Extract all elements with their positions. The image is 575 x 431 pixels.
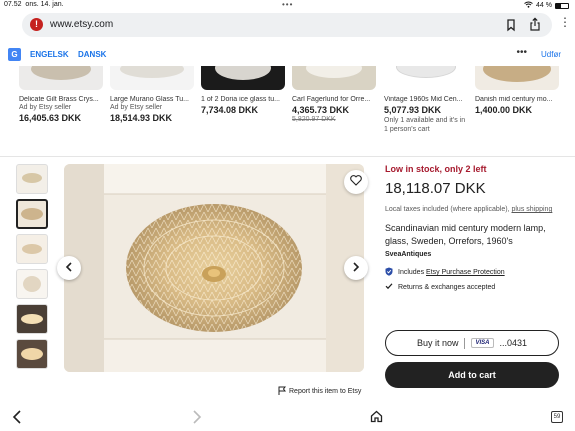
gallery-thumbnail[interactable] — [16, 339, 48, 369]
gallery-thumbnail[interactable] — [16, 269, 48, 299]
translate-more-icon[interactable]: ••• — [516, 47, 527, 58]
button-separator — [464, 337, 466, 349]
browser-menu-icon[interactable]: ⋮ — [559, 16, 571, 28]
product-image[interactable] — [64, 164, 364, 372]
ad-label: Ad by Etsy seller — [19, 104, 72, 111]
url-text[interactable]: www.etsy.com — [50, 19, 113, 30]
product-title: Scandinavian mid century modern lamp, gl… — [385, 223, 546, 246]
recommendation-title[interactable]: Delicate Gilt Brass Crys... — [19, 96, 105, 103]
recommendation-card[interactable]: Delicate Gilt Brass Crys... Ad by Etsy s… — [19, 66, 105, 156]
stock-status: Low in stock, only 2 left — [385, 164, 487, 174]
recommendation-price: 16,405.63 DKK — [19, 113, 82, 123]
forward-icon[interactable] — [192, 410, 202, 429]
tax-text: Local taxes included (where applicable), — [385, 206, 510, 213]
translate-bar: G ENGELSK DANSK ••• Udfør — [0, 44, 575, 66]
recommendation-image[interactable] — [475, 66, 559, 90]
gallery-thumbnail-selected[interactable] — [16, 199, 48, 229]
flag-icon — [278, 386, 286, 397]
recommendation-image[interactable] — [201, 66, 285, 90]
report-item-label[interactable]: Report this item to Etsy — [289, 388, 361, 395]
home-icon[interactable] — [370, 410, 383, 428]
purchase-protection: Includes Etsy Purchase Protection — [385, 267, 565, 278]
recommendation-card[interactable]: 1 of 2 Doria ice glass tu... 7,734.08 DK… — [201, 66, 287, 156]
warning-icon[interactable]: ! — [30, 18, 43, 31]
shop-name[interactable]: SveaAntiques — [385, 251, 565, 258]
recommendation-title[interactable]: Carl Fagerlund for Orre... — [292, 96, 378, 103]
google-translate-icon: G — [8, 48, 21, 61]
buy-it-now-label: Buy it now — [416, 338, 459, 348]
product-info: Low in stock, only 2 left 18,118.07 DKK … — [385, 164, 565, 292]
tax-note: Local taxes included (where applicable),… — [385, 205, 565, 215]
translate-done-button[interactable]: Udfør — [541, 50, 561, 59]
section-divider — [0, 156, 575, 157]
returns-text: Returns & exchanges accepted — [398, 283, 496, 291]
previous-image-button[interactable] — [57, 256, 81, 280]
translate-lang-danish[interactable]: DANSK — [78, 50, 106, 59]
multitask-dots[interactable]: ••• — [282, 0, 293, 9]
original-price: 5,820.97 DKK — [292, 116, 336, 123]
protection-prefix: Includes — [398, 269, 425, 276]
shipping-link[interactable]: plus shipping — [511, 206, 552, 213]
returns-feature: Returns & exchanges accepted — [385, 282, 565, 292]
heart-icon — [350, 173, 362, 191]
recommendation-price: 5,077.93 DKK — [384, 105, 442, 115]
gallery-thumbnail[interactable] — [16, 234, 48, 264]
browser-toolbar: 59 — [0, 404, 575, 431]
lamp-photo — [64, 164, 364, 372]
recommendation-card[interactable]: Large Murano Glass Tu... Ad by Etsy sell… — [110, 66, 196, 156]
share-icon[interactable] — [528, 17, 542, 32]
battery-percent: 44 % — [536, 2, 552, 9]
checkmark-icon — [385, 282, 393, 292]
recommendation-price: 18,514.93 DKK — [110, 113, 173, 123]
address-bar-area: ! www.etsy.com ⋮ — [0, 10, 575, 40]
report-item-link[interactable]: Report this item to Etsy — [278, 386, 361, 397]
back-icon[interactable] — [12, 410, 22, 429]
next-image-button[interactable] — [344, 256, 368, 280]
gallery-thumbnail[interactable] — [16, 164, 48, 194]
status-time: 07.52 ons. 14. jan. — [4, 1, 64, 8]
recommendation-title[interactable]: Large Murano Glass Tu... — [110, 96, 196, 103]
address-bar[interactable]: ! www.etsy.com — [22, 13, 552, 37]
status-bar: 07.52 ons. 14. jan. ••• 44 % — [0, 0, 575, 10]
recommendation-price: 4,365.73 DKK — [292, 105, 350, 115]
product-price: 18,118.07 DKK — [385, 180, 486, 197]
card-last-digits: ...0431 — [499, 338, 528, 348]
gallery-thumbnail[interactable] — [16, 304, 48, 334]
recommendation-image[interactable] — [292, 66, 376, 90]
buy-it-now-button[interactable]: Buy it now VISA ...0431 — [385, 330, 559, 356]
cart-note: Only 1 available and it's in 1 person's … — [384, 117, 466, 133]
recommendation-image[interactable] — [19, 66, 103, 90]
recommendation-title[interactable]: Vintage 1960s Mid Cen... — [384, 96, 470, 103]
recommendation-image[interactable] — [384, 66, 468, 90]
add-to-cart-button[interactable]: Add to cart — [385, 362, 559, 388]
bookmark-icon[interactable] — [504, 18, 518, 32]
gallery-thumbnails — [16, 164, 48, 374]
recommendation-title[interactable]: Danish mid century mo... — [475, 96, 561, 103]
recommendation-card[interactable]: Vintage 1960s Mid Cen... 5,077.93 DKK On… — [384, 66, 470, 156]
battery-icon — [555, 2, 569, 9]
chevron-left-icon — [65, 259, 73, 277]
recommendation-card[interactable]: Danish mid century mo... 1,400.00 DKK — [475, 66, 561, 156]
recommendation-price: 1,400.00 DKK — [475, 105, 533, 115]
recommendation-image[interactable] — [110, 66, 194, 90]
visa-card-icon: VISA — [471, 338, 494, 348]
shield-check-icon — [385, 267, 393, 278]
translate-lang-english[interactable]: ENGELSK — [30, 50, 69, 59]
wifi-icon — [524, 1, 533, 10]
recommendation-price: 7,734.08 DKK — [201, 105, 259, 115]
favorite-button[interactable] — [344, 170, 368, 194]
chevron-right-icon — [352, 259, 360, 277]
ad-label: Ad by Etsy seller — [110, 104, 163, 111]
recommendation-card[interactable]: Carl Fagerlund for Orre... 4,365.73 DKK … — [292, 66, 378, 156]
tab-switcher-button[interactable]: 59 — [551, 411, 563, 423]
purchase-protection-link[interactable]: Etsy Purchase Protection — [426, 269, 505, 276]
recommendation-title[interactable]: 1 of 2 Doria ice glass tu... — [201, 96, 287, 103]
